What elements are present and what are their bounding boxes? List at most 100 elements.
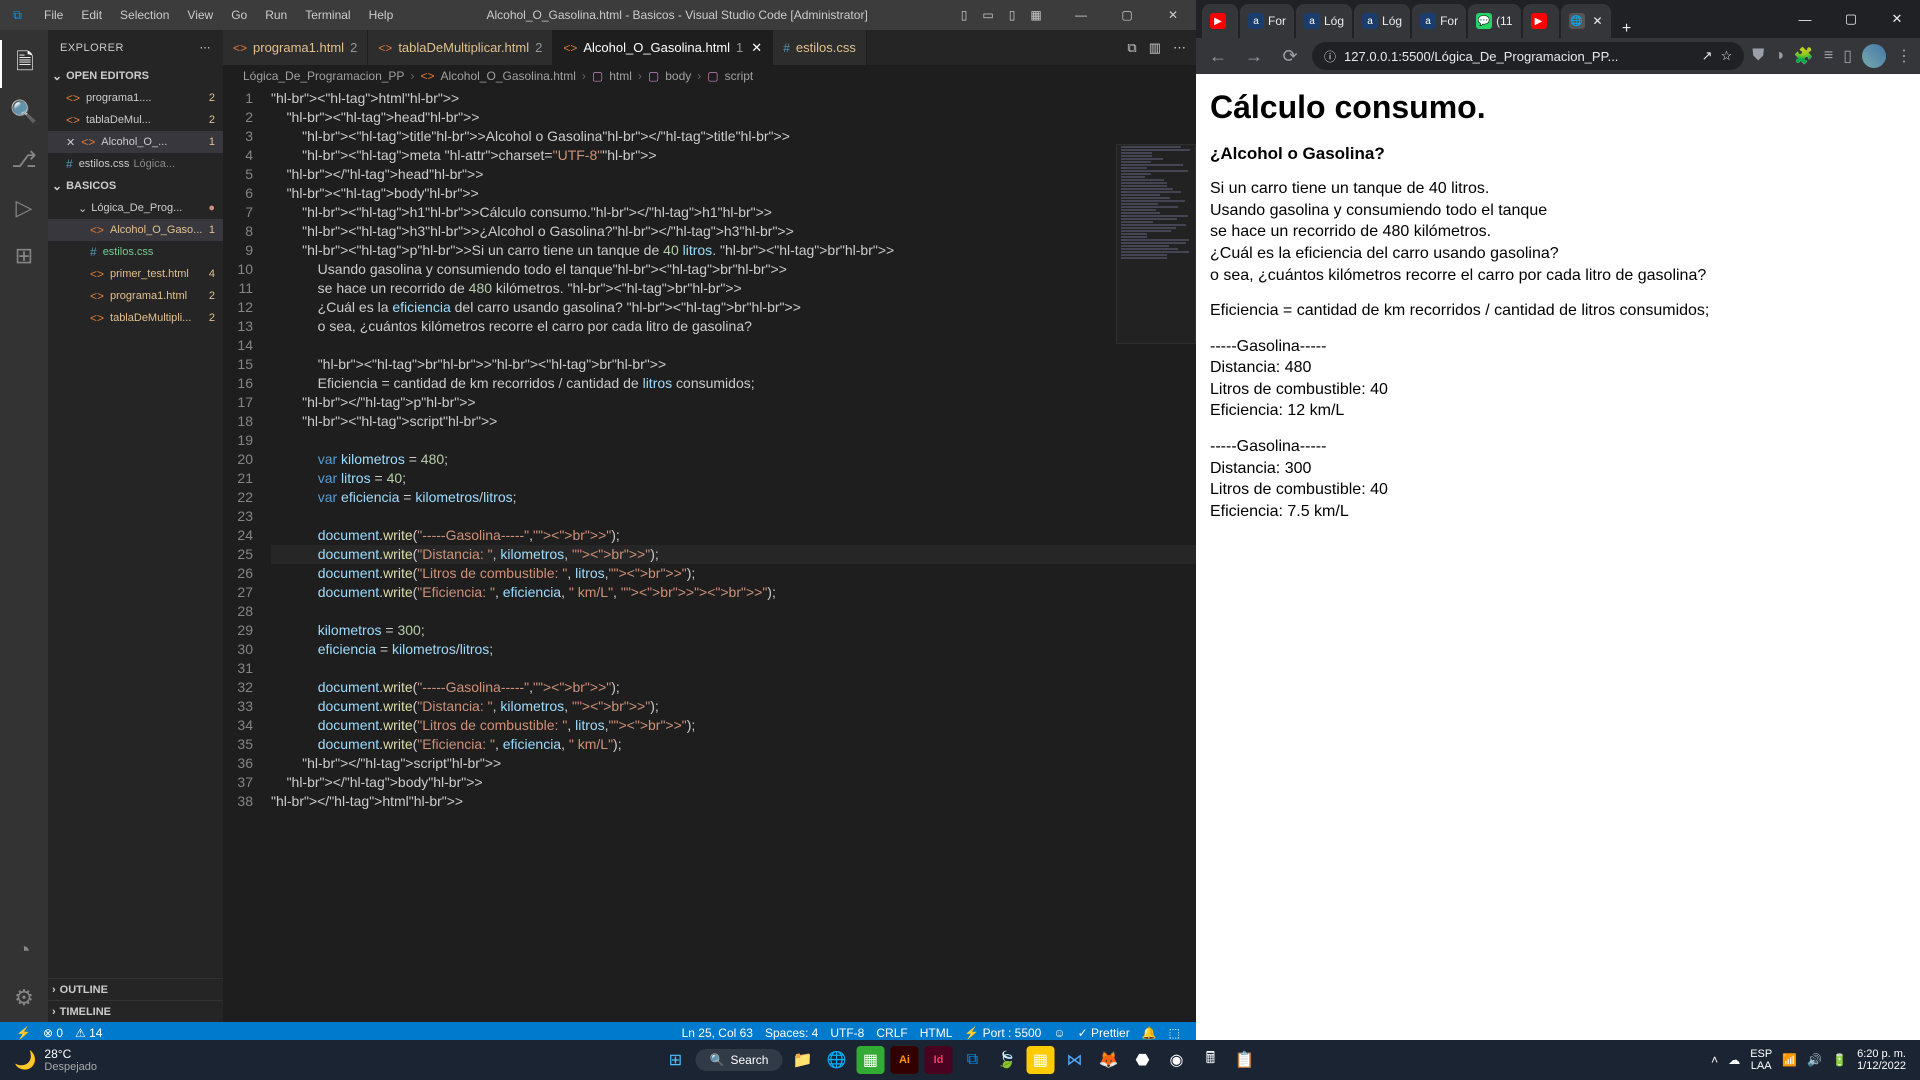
live-server-port[interactable]: ⚡ Port : 5500 xyxy=(958,1026,1047,1040)
compare-icon[interactable]: ⧉ xyxy=(1127,40,1136,56)
timeline-header[interactable]: TIMELINE xyxy=(48,1000,223,1022)
feedback-icon[interactable]: ☺ xyxy=(1047,1026,1071,1040)
layout-icon[interactable]: ▦ xyxy=(1024,8,1048,22)
encoding[interactable]: UTF-8 xyxy=(824,1026,870,1040)
more-actions-icon[interactable]: ⋯ xyxy=(1173,40,1186,56)
more-icon[interactable]: ⋯ xyxy=(200,41,212,54)
source-control-icon[interactable]: ⎇ xyxy=(0,136,48,184)
remote-indicator[interactable]: ⚡ xyxy=(10,1026,37,1040)
share-icon[interactable]: ↗ xyxy=(1702,48,1713,64)
menu-run[interactable]: Run xyxy=(256,8,296,22)
start-button[interactable]: ⊞ xyxy=(662,1046,690,1074)
open-editor-item[interactable]: ✕<>Alcohol_O_...1 xyxy=(48,131,223,153)
back-button[interactable]: ← xyxy=(1204,46,1232,67)
address-bar[interactable]: ⓘ 127.0.0.1:5500/Lógica_De_Programacion_… xyxy=(1312,42,1744,70)
browser-tab[interactable]: aLóg xyxy=(1354,4,1410,38)
open-editor-item[interactable]: <>tablaDeMul...2 xyxy=(48,109,223,131)
close-button[interactable]: ✕ xyxy=(1150,0,1196,30)
panel-right-icon[interactable]: ▯ xyxy=(1000,8,1024,22)
vscode-taskbar-icon[interactable]: ⧉ xyxy=(958,1046,986,1074)
minimize-button[interactable]: — xyxy=(1058,0,1104,30)
split-editor-icon[interactable]: ▥ xyxy=(1149,40,1161,56)
extensions-icon[interactable]: ⊞ xyxy=(0,232,48,280)
maximize-button[interactable]: ▢ xyxy=(1104,0,1150,30)
outline-header[interactable]: OUTLINE xyxy=(48,978,223,1000)
shield-icon[interactable]: ⛊ xyxy=(1752,47,1764,65)
account-icon[interactable]: ◔ xyxy=(0,926,48,974)
breadcrumb[interactable]: Lógica_De_Programacion_PP›<> Alcohol_O_G… xyxy=(223,65,1196,87)
panel-left-icon[interactable]: ▯ xyxy=(952,8,976,22)
app-icon-3[interactable]: ▦ xyxy=(1026,1046,1054,1074)
app-icon-6[interactable]: ◉ xyxy=(1162,1046,1190,1074)
file-explorer-icon[interactable]: 📁 xyxy=(788,1046,816,1074)
forward-button[interactable]: → xyxy=(1240,46,1268,67)
eol[interactable]: CRLF xyxy=(870,1026,913,1040)
weather-widget[interactable]: 🌙 28°C Despejado xyxy=(0,1047,111,1073)
warnings-count[interactable]: ⚠ 14 xyxy=(69,1026,108,1040)
volume-icon[interactable]: 🔊 xyxy=(1807,1053,1822,1067)
notifications-icon[interactable]: 🔔 xyxy=(1136,1026,1163,1040)
site-info-icon[interactable]: ⓘ xyxy=(1324,48,1336,65)
menu-edit[interactable]: Edit xyxy=(72,8,111,22)
new-tab-button[interactable]: + xyxy=(1613,20,1641,38)
chrome-icon[interactable]: 🌐 xyxy=(822,1046,850,1074)
reading-list-icon[interactable]: ≡ xyxy=(1824,47,1833,65)
breadcrumb-segment[interactable]: body xyxy=(665,69,691,83)
editor-tab[interactable]: #estilos.css xyxy=(773,30,867,65)
file-item[interactable]: <>Alcohol_O_Gaso...1 xyxy=(48,219,223,241)
menu-go[interactable]: Go xyxy=(222,8,256,22)
taskbar-search[interactable]: 🔍 Search xyxy=(696,1049,783,1071)
onedrive-icon[interactable]: ☁ xyxy=(1728,1053,1740,1067)
menu-selection[interactable]: Selection xyxy=(111,8,178,22)
breadcrumb-segment[interactable]: html xyxy=(609,69,632,83)
open-editors-header[interactable]: OPEN EDITORS xyxy=(48,65,223,87)
wifi-icon[interactable]: 📶 xyxy=(1782,1053,1797,1067)
browser-tab[interactable]: ▶ xyxy=(1523,4,1559,38)
indesign-icon[interactable]: Id xyxy=(924,1046,952,1074)
reload-button[interactable]: ⟳ xyxy=(1276,46,1304,67)
app-icon-1[interactable]: ▦ xyxy=(856,1046,884,1074)
battery-icon[interactable]: 🔋 xyxy=(1832,1053,1847,1067)
search-icon[interactable]: 🔍 xyxy=(0,88,48,136)
clock[interactable]: 6:20 p. m. 1/12/2022 xyxy=(1857,1048,1906,1072)
app-icon-4[interactable]: ⋈ xyxy=(1060,1046,1088,1074)
app-icon-7[interactable]: 📋 xyxy=(1230,1046,1258,1074)
profile-avatar[interactable] xyxy=(1862,44,1886,68)
editor-tab[interactable]: <>tablaDeMultiplicar.html 2 xyxy=(368,30,553,65)
breadcrumb-segment[interactable]: Alcohol_O_Gasolina.html xyxy=(440,69,575,83)
app-icon-5[interactable]: ⬣ xyxy=(1128,1046,1156,1074)
browser-tab[interactable]: ▶ xyxy=(1202,4,1238,38)
browser-tab[interactable]: 💬(11 xyxy=(1468,4,1520,38)
extension-icon[interactable]: ◑ xyxy=(1774,47,1784,65)
explorer-icon[interactable]: 🗎 xyxy=(0,40,48,88)
browser-tab[interactable]: aLóg xyxy=(1296,4,1352,38)
open-editor-item[interactable]: <>programa1....2 xyxy=(48,87,223,109)
file-item[interactable]: <>primer_test.html4 xyxy=(48,263,223,285)
illustrator-icon[interactable]: Ai xyxy=(890,1046,918,1074)
folder-item[interactable]: ⌄Lógica_De_Prog...● xyxy=(48,197,223,219)
browser-minimize[interactable]: — xyxy=(1782,0,1828,38)
editor-tab[interactable]: <>programa1.html 2 xyxy=(223,30,368,65)
editor-tab[interactable]: <>Alcohol_O_Gasolina.html 1✕ xyxy=(553,30,773,65)
indentation[interactable]: Spaces: 4 xyxy=(759,1026,824,1040)
prettier-status[interactable]: ✓ Prettier xyxy=(1072,1026,1136,1040)
puzzle-icon[interactable]: 🧩 xyxy=(1794,46,1814,66)
language-indicator[interactable]: ESP LAA xyxy=(1750,1048,1772,1072)
menu-icon[interactable]: ⋮ xyxy=(1896,46,1912,66)
open-editor-item[interactable]: #estilos.cssLógica... xyxy=(48,153,223,175)
file-item[interactable]: #estilos.css xyxy=(48,241,223,263)
breadcrumb-segment[interactable]: Lógica_De_Programacion_PP xyxy=(243,69,404,83)
menu-terminal[interactable]: Terminal xyxy=(296,8,359,22)
errors-count[interactable]: ⊗ 0 xyxy=(37,1026,69,1040)
browser-maximize[interactable]: ▢ xyxy=(1828,0,1874,38)
minimap[interactable] xyxy=(1116,144,1196,344)
settings-gear-icon[interactable]: ⚙ xyxy=(0,974,48,1022)
cursor-position[interactable]: Ln 25, Col 63 xyxy=(676,1026,759,1040)
side-panel-icon[interactable]: ▯ xyxy=(1843,46,1852,66)
browser-close[interactable]: ✕ xyxy=(1874,0,1920,38)
split-icon[interactable]: ⬚ xyxy=(1163,1026,1186,1040)
app-icon-2[interactable]: 🍃 xyxy=(992,1046,1020,1074)
workspace-header[interactable]: BASICOS xyxy=(48,175,223,197)
breadcrumb-segment[interactable]: script xyxy=(725,69,754,83)
calculator-icon[interactable]: 🖩 xyxy=(1196,1046,1224,1074)
